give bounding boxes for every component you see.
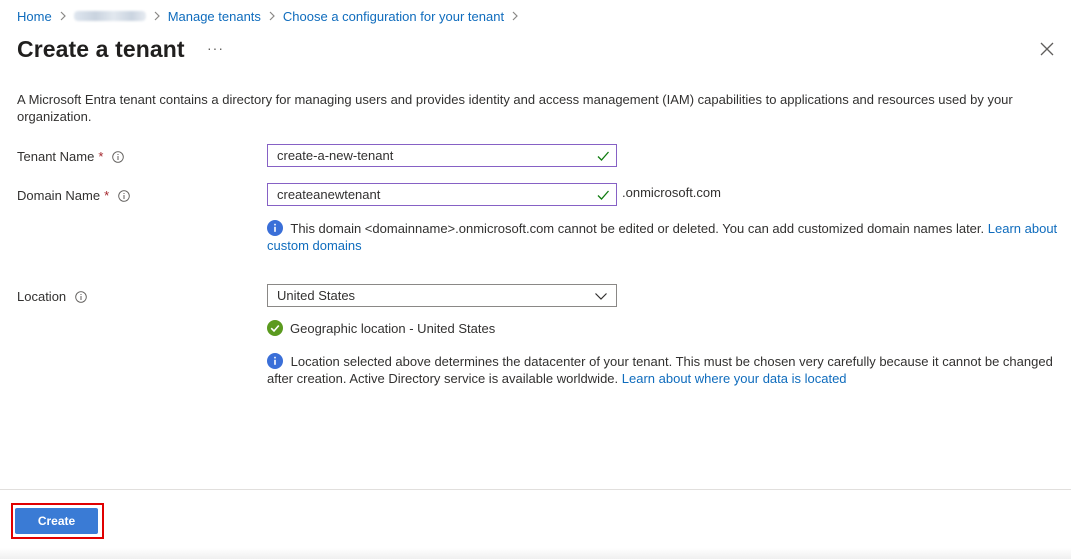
location-info-message: Location selected above determines the d… [267, 353, 1057, 387]
chevron-right-icon [153, 11, 161, 21]
breadcrumb-manage-tenants-link[interactable]: Manage tenants [168, 9, 261, 24]
location-label-text: Location [17, 289, 67, 304]
location-label: Location [17, 289, 87, 304]
info-circle-icon[interactable] [118, 189, 130, 202]
chevron-right-icon [59, 11, 67, 21]
location-dropdown[interactable]: United States [267, 284, 617, 307]
domain-info-message: This domain <domainname>.onmicrosoft.com… [267, 220, 1067, 254]
tenant-name-label: Tenant Name * [17, 149, 125, 164]
close-icon[interactable] [1038, 40, 1056, 58]
breadcrumb-choose-config-link[interactable]: Choose a configuration for your tenant [283, 9, 504, 24]
checkmark-icon [596, 149, 610, 163]
chevron-right-icon [268, 11, 276, 21]
chevron-down-icon [594, 289, 608, 303]
info-filled-icon [267, 353, 283, 369]
create-button[interactable]: Create [15, 508, 98, 534]
check-circle-icon [267, 320, 283, 336]
tenant-description: A Microsoft Entra tenant contains a dire… [17, 92, 1013, 124]
checkmark-icon [596, 188, 610, 202]
required-marker: * [104, 188, 110, 203]
breadcrumb-redacted-item[interactable] [73, 11, 146, 21]
chevron-right-icon [511, 11, 519, 21]
info-filled-icon [267, 220, 283, 236]
bottom-edge-shade [0, 548, 1071, 559]
footer-divider [0, 489, 1071, 490]
page-title: Create a tenant [17, 36, 185, 62]
geo-location-text: Geographic location - United States [290, 320, 496, 336]
more-options-button[interactable]: ··· [207, 40, 224, 56]
geo-location-status: Geographic location - United States [267, 320, 495, 336]
domain-name-label-text: Domain Name [17, 188, 101, 203]
tenant-name-value: create-a-new-tenant [277, 148, 394, 163]
info-circle-icon[interactable] [112, 150, 125, 163]
domain-name-input[interactable]: createanewtenant [267, 183, 617, 206]
tenant-name-input[interactable]: create-a-new-tenant [267, 144, 617, 167]
domain-name-label: Domain Name * [17, 188, 130, 203]
required-marker: * [98, 149, 104, 164]
learn-data-location-link[interactable]: Learn about where your data is located [622, 371, 847, 386]
info-circle-icon[interactable] [75, 290, 87, 303]
breadcrumb: Home Manage tenants Choose a configurati… [17, 8, 526, 24]
domain-name-value: createanewtenant [277, 187, 381, 202]
breadcrumb-home-link[interactable]: Home [17, 9, 52, 24]
location-selected-value: United States [277, 288, 356, 303]
tenant-name-label-text: Tenant Name [17, 149, 95, 164]
domain-info-text: This domain <domainname>.onmicrosoft.com… [290, 221, 985, 236]
domain-suffix: .onmicrosoft.com [622, 185, 721, 200]
